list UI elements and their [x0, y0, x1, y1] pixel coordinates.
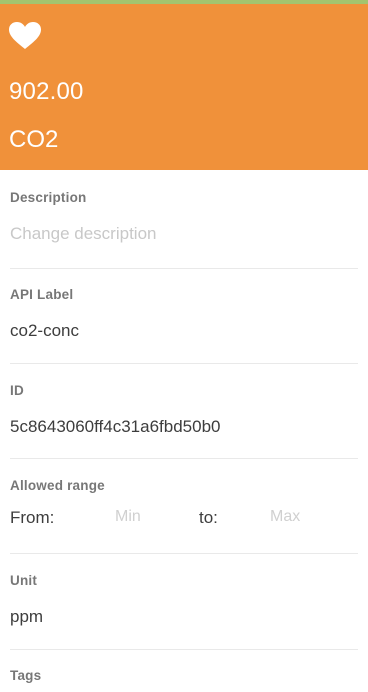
last-value: 902.00 [9, 78, 84, 105]
unit-field: Unit ppm [10, 573, 358, 627]
variable-header: 902.00 CO2 [0, 4, 368, 170]
range-row: From: Min to: Max [10, 508, 358, 532]
max-input[interactable]: Max [270, 508, 300, 526]
variable-name[interactable]: CO2 [9, 126, 58, 154]
unit-input[interactable]: ppm [10, 607, 358, 627]
heart-icon[interactable] [9, 22, 41, 50]
unit-label: Unit [10, 573, 38, 588]
divider [10, 649, 358, 650]
to-label: to: [199, 508, 218, 527]
allowed-range-label: Allowed range [10, 478, 105, 493]
min-input[interactable]: Min [115, 508, 141, 526]
description-label: Description [10, 190, 87, 205]
divider [10, 553, 358, 554]
id-field: ID 5c8643060ff4c31a6fbd50b0 [10, 383, 358, 437]
api-label-field: API Label co2-conc [10, 287, 358, 341]
api-label-input[interactable]: co2-conc [10, 321, 358, 341]
id-value: 5c8643060ff4c31a6fbd50b0 [10, 417, 221, 436]
description-input[interactable]: Change description [10, 224, 358, 244]
divider [10, 458, 358, 459]
divider [10, 268, 358, 269]
api-label-label: API Label [10, 287, 74, 302]
divider [10, 363, 358, 364]
id-label: ID [10, 383, 24, 398]
tags-field: Tags [10, 668, 358, 683]
allowed-range-field: Allowed range From: Min to: Max [10, 478, 358, 532]
tags-label: Tags [10, 668, 42, 683]
description-field: Description Change description [10, 190, 358, 244]
from-label: From: [10, 508, 55, 527]
